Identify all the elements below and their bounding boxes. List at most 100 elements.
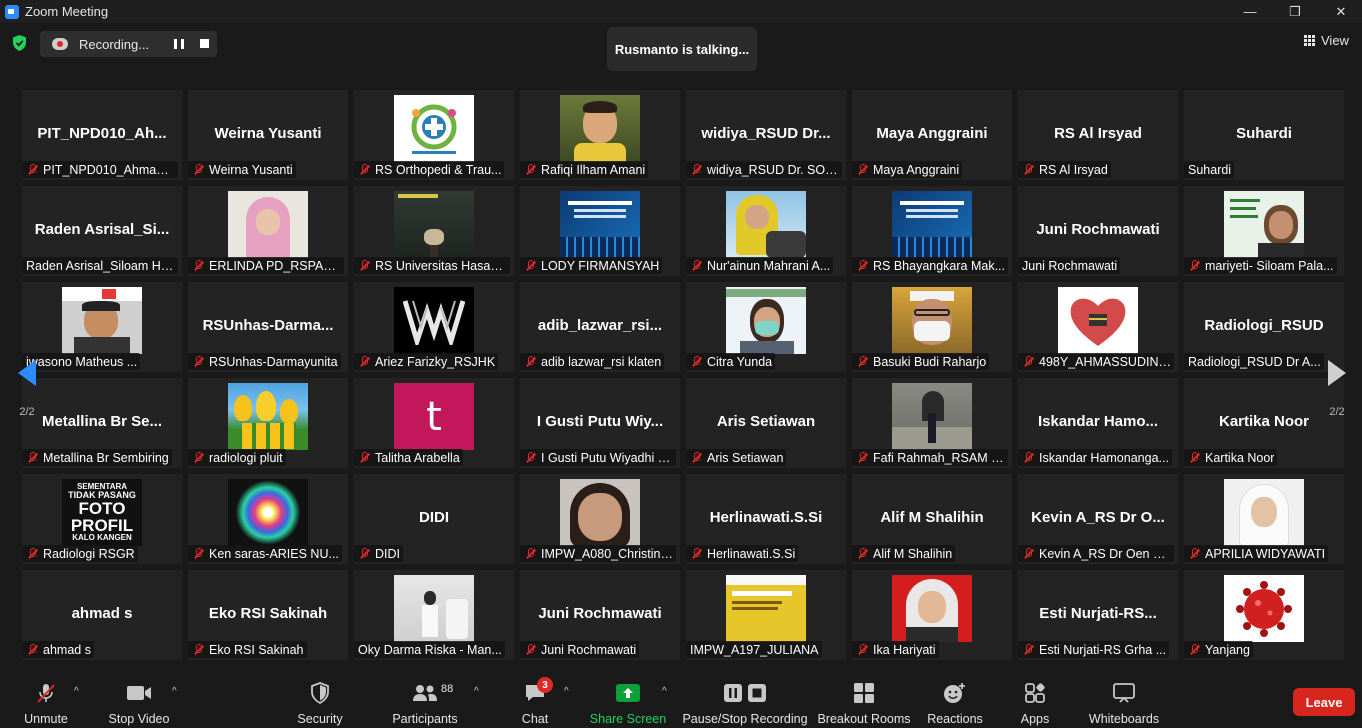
participant-tile[interactable]: ERLINDA PD_RSPAU ... [188,186,348,276]
participant-display-name: Juni Rochmawati [538,605,662,622]
stop-recording-icon[interactable] [200,39,209,48]
muted-mic-icon [192,163,205,176]
participant-tile[interactable]: Nur'ainun Mahrani A... [686,186,846,276]
participant-name: Basuki Budi Raharjo [873,354,987,369]
participant-name-label: Suhardi [1184,161,1235,178]
participant-name-label: APRILIA WIDYAWATI [1184,545,1329,562]
participant-name-label: widiya_RSUD Dr. SOE... [686,161,842,178]
participant-tile[interactable]: Aris Setiawan Aris Setiawan [686,378,846,468]
participant-tile[interactable]: Kevin A_RS Dr O... Kevin A_RS Dr Oen S... [1018,474,1178,564]
encryption-shield-icon[interactable] [11,34,28,52]
participant-tile[interactable]: Ken saras-ARIES NU... [188,474,348,564]
chat-options-caret-icon[interactable]: ^ [564,686,569,697]
participant-tile[interactable]: widiya_RSUD Dr... widiya_RSUD Dr. SOE... [686,90,846,180]
participant-name-label: Weirna Yusanti [188,161,296,178]
participant-tile[interactable]: Rafiqi Ilham Amani [520,90,680,180]
participant-photo [560,95,640,162]
participant-tile[interactable]: Iskandar Hamo... Iskandar Hamonanga... [1018,378,1178,468]
participant-tile[interactable]: Juni Rochmawati Juni Rochmawati [1018,186,1178,276]
participant-tile[interactable]: Esti Nurjati-RS... Esti Nurjati-RS Grha .… [1018,570,1178,660]
security-button[interactable]: Security [292,664,348,728]
pause-recording-icon[interactable] [174,39,184,49]
audio-options-caret-icon[interactable]: ^ [74,686,79,697]
participant-tile[interactable]: RSUnhas-Darma... RSUnhas-Darmayunita [188,282,348,372]
minimize-button[interactable]: — [1227,0,1273,23]
participant-display-name: Juni Rochmawati [1036,221,1160,238]
view-label: View [1321,33,1349,48]
previous-page-button[interactable]: 2/2 [10,330,44,418]
next-page-button[interactable]: 2/2 [1320,330,1354,418]
participant-tile[interactable]: RS Universitas Hasan... [354,186,514,276]
participant-tile[interactable]: Oky Darma Riska - Man... [354,570,514,660]
participant-tile[interactable]: Ariez Farizky_RSJHK [354,282,514,372]
participants-button[interactable]: Participants [392,664,458,728]
participant-tile[interactable]: I Gusti Putu Wiy... I Gusti Putu Wiyadhi … [520,378,680,468]
view-button[interactable]: View [1304,33,1349,48]
unmute-button[interactable]: Unmute [20,664,72,728]
apps-button[interactable]: Apps [1016,664,1054,728]
participant-tile[interactable]: Herlinawati.S.Si Herlinawati.S.Si [686,474,846,564]
participant-photo [1224,191,1304,258]
participant-tile[interactable]: Metallina Br Se... Metallina Br Sembiring [22,378,182,468]
participant-tile[interactable]: SEMENTARA TIDAK PASANG FOTO PROFIL KALO KANG… [22,474,182,564]
restore-button[interactable]: ❐ [1272,0,1318,23]
participant-photo [892,287,972,354]
video-options-caret-icon[interactable]: ^ [172,686,177,697]
participant-tile[interactable]: Alif M Shalihin Alif M Shalihin [852,474,1012,564]
participant-tile[interactable]: 498Y_AHMASSUDIN_... [1018,282,1178,372]
participant-tile[interactable]: iwasono Matheus ... [22,282,182,372]
participant-tile[interactable]: adib_lazwar_rsi... adib lazwar_rsi klaten [520,282,680,372]
participant-tile[interactable]: ahmad s ahmad s [22,570,182,660]
participant-tile[interactable]: Maya Anggraini Maya Anggraini [852,90,1012,180]
leave-meeting-button[interactable]: Leave [1293,688,1355,716]
participant-tile[interactable]: RS Al Irsyad RS Al Irsyad [1018,90,1178,180]
participant-tile[interactable]: RS Bhayangkara Mak... [852,186,1012,276]
participant-tile[interactable]: Weirna Yusanti Weirna Yusanti [188,90,348,180]
participant-tile[interactable]: APRILIA WIDYAWATI [1184,474,1344,564]
participant-tile[interactable]: Fafi Rahmah_RSAM B... [852,378,1012,468]
participant-tile[interactable]: IMPW_A197_JULIANA [686,570,846,660]
participant-tile[interactable]: Eko RSI Sakinah Eko RSI Sakinah [188,570,348,660]
pause-stop-recording-button[interactable]: Pause/Stop Recording [682,664,808,728]
participant-tile[interactable]: Citra Yunda [686,282,846,372]
participant-tile[interactable]: Raden Asrisal_Si... Raden Asrisal_Siloam … [22,186,182,276]
participant-tile[interactable]: t Talitha Arabella [354,378,514,468]
whiteboards-button[interactable]: Whiteboards [1086,664,1162,728]
stop-video-button[interactable]: Stop Video [105,664,173,728]
participant-photo [560,191,640,258]
participant-tile[interactable]: Ika Hariyati [852,570,1012,660]
participant-tile[interactable]: IMPW_A080_Christin I... [520,474,680,564]
participant-name: Metallina Br Sembiring [43,450,169,465]
participant-name: ERLINDA PD_RSPAU ... [209,258,341,273]
participant-name-label: Ika Hariyati [852,641,939,658]
participant-tile[interactable]: PIT_NPD010_Ah... PIT_NPD010_Ahmad ... [22,90,182,180]
participant-tile[interactable]: radiologi pluit [188,378,348,468]
share-options-caret-icon[interactable]: ^ [662,686,667,697]
participant-tile[interactable]: LODY FIRMANSYAH [520,186,680,276]
muted-mic-icon [690,163,703,176]
participants-options-caret-icon[interactable]: ^ [474,686,479,697]
participant-name-label: RS Al Irsyad [1018,161,1111,178]
participant-tile[interactable]: Juni Rochmawati Juni Rochmawati [520,570,680,660]
reactions-button[interactable]: Reactions [926,664,984,728]
participant-name-label: DIDI [354,545,403,562]
participant-tile[interactable]: Suhardi Suhardi [1184,90,1344,180]
participant-tile[interactable]: Yanjang [1184,570,1344,660]
chat-unread-badge: 3 [537,677,553,693]
participant-name-label: LODY FIRMANSYAH [520,257,663,274]
participant-tile[interactable]: mariyeti- Siloam Pala... [1184,186,1344,276]
chat-button[interactable]: Chat [517,664,553,728]
participant-tile[interactable]: DIDI DIDI [354,474,514,564]
muted-mic-icon [358,163,371,176]
share-screen-button[interactable]: Share Screen [590,664,666,728]
participant-tile[interactable]: RS Orthopedi & Trau... [354,90,514,180]
participant-tile[interactable]: Basuki Budi Raharjo [852,282,1012,372]
participant-name: mariyeti- Siloam Pala... [1205,258,1334,273]
window-title: Zoom Meeting [25,4,109,19]
participant-name-label: Radiologi RSGR [22,545,138,562]
close-button[interactable]: ✕ [1318,0,1362,23]
breakout-rooms-button[interactable]: Breakout Rooms [817,664,911,728]
muted-mic-icon [192,547,205,560]
stop-video-label: Stop Video [108,712,170,726]
participants-icon [412,682,438,704]
